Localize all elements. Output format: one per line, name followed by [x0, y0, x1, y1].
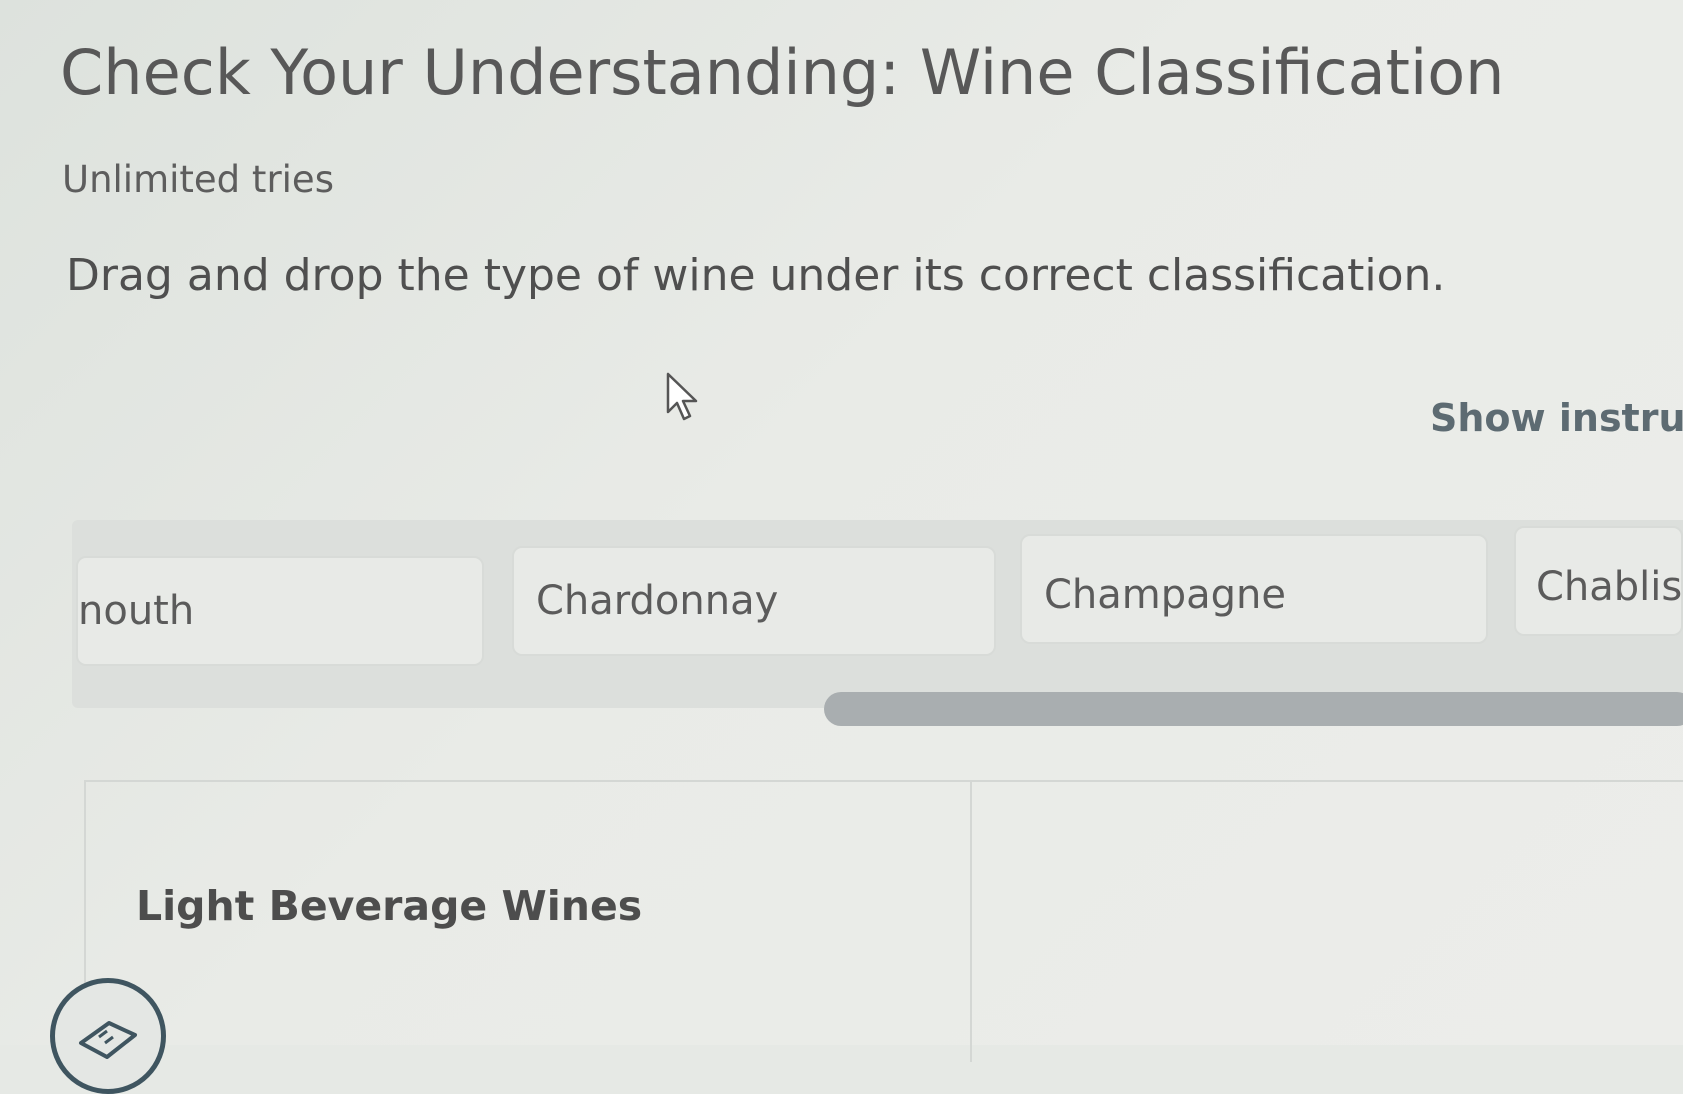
- word-chip-label: nouth: [78, 588, 195, 634]
- word-chip-label: Champagne: [1044, 572, 1287, 618]
- show-instructions-link[interactable]: Show instructi: [1430, 396, 1683, 440]
- word-chip-label: Chardonnay: [536, 578, 779, 624]
- note-icon: [79, 1021, 137, 1059]
- word-chip-chardonnay[interactable]: Chardonnay: [512, 546, 996, 656]
- word-chip-chablis[interactable]: Chablis: [1514, 526, 1683, 636]
- word-chip-champagne[interactable]: Champagne: [1020, 534, 1488, 644]
- page-background: Check Your Understanding: Wine Classific…: [0, 0, 1683, 1094]
- word-bank-scrollbar[interactable]: [824, 692, 1683, 726]
- tries-label: Unlimited tries: [62, 158, 334, 201]
- drop-zone-second-category[interactable]: [970, 782, 1683, 1062]
- classification-drop-area: Light Beverage Wines: [84, 780, 1683, 1062]
- question-instructions: Drag and drop the type of wine under its…: [66, 250, 1446, 301]
- category-heading: Light Beverage Wines: [136, 882, 643, 930]
- page-title: Check Your Understanding: Wine Classific…: [60, 36, 1505, 109]
- drop-zone-light-beverage-wines[interactable]: Light Beverage Wines: [84, 782, 970, 1062]
- word-chip-vermouth[interactable]: nouth: [76, 556, 484, 666]
- word-chip-label: Chablis: [1536, 564, 1683, 610]
- note-button[interactable]: [50, 978, 166, 1094]
- mouse-pointer-icon: [666, 372, 698, 421]
